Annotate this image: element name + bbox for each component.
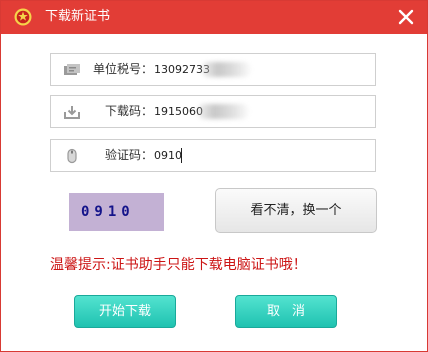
card-icon xyxy=(64,64,80,75)
tax-id-field[interactable]: 单位税号： 13092733 xyxy=(50,53,376,86)
captcha-text: 0910 xyxy=(81,204,135,220)
cancel-button[interactable]: 取消 xyxy=(235,295,337,328)
verify-code-value: 0910 xyxy=(154,149,182,162)
start-download-button[interactable]: 开始下载 xyxy=(74,295,176,328)
download-code-value: 1915060 xyxy=(154,105,203,118)
dialog-title: 下载新证书 xyxy=(45,9,111,24)
redacted-blur xyxy=(201,62,251,77)
download-certificate-dialog: 下载新证书 单位税号： 13092733 下载码： 1915060 验证码： 0… xyxy=(0,0,428,352)
download-code-field[interactable]: 下载码： 1915060 xyxy=(50,95,376,128)
verify-code-label: 验证码： xyxy=(104,148,153,162)
download-icon xyxy=(64,106,80,119)
warning-tip: 温馨提示:证书助手只能下载电脑证书哦！ xyxy=(50,257,307,273)
redacted-blur xyxy=(197,104,249,119)
tax-emblem-icon xyxy=(14,8,32,26)
tax-id-label: 单位税号： xyxy=(92,62,153,76)
text-caret xyxy=(181,148,182,163)
title-bar: 下载新证书 xyxy=(1,1,427,34)
captcha-image: 0910 xyxy=(69,193,164,231)
download-code-label: 下载码： xyxy=(104,104,153,118)
refresh-captcha-button[interactable]: 看不清，换一个 xyxy=(215,188,377,233)
close-icon[interactable] xyxy=(397,8,415,26)
verify-code-field[interactable]: 验证码： 0910 xyxy=(50,139,376,172)
mouse-icon xyxy=(67,148,77,164)
